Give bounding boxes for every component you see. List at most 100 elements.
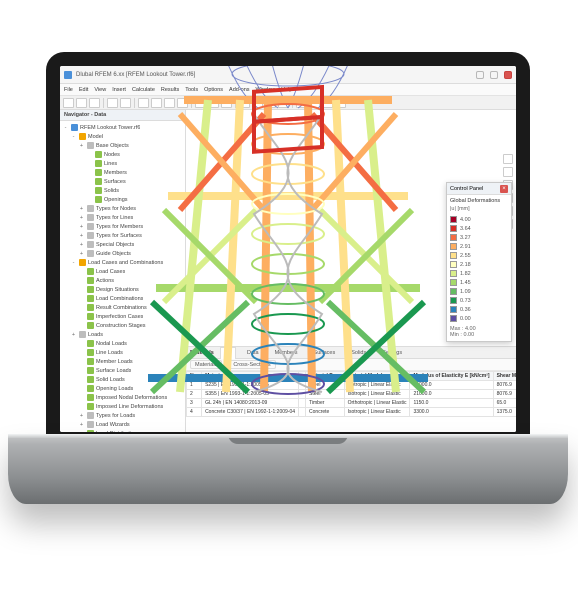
expand-icon[interactable]: +: [78, 242, 85, 248]
tree-item[interactable]: Line Loads: [62, 348, 182, 357]
expand-icon[interactable]: +: [78, 215, 85, 221]
tree-item[interactable]: +Types for Nodes: [62, 204, 182, 213]
3d-viewport[interactable]: Materials All Data Members Surfaces Solids Se…: [186, 110, 516, 432]
navigator-tree[interactable]: -RFEM Lookout Tower.rf6-Model+Base Objec…: [60, 121, 185, 432]
menu-view[interactable]: View: [94, 87, 106, 93]
tree-item[interactable]: +Loads: [62, 330, 182, 339]
expand-icon[interactable]: -: [70, 260, 77, 266]
expand-icon[interactable]: +: [78, 143, 85, 149]
tree-item[interactable]: +Types for Surfaces: [62, 231, 182, 240]
table-row[interactable]: 3GL 24h | EN 14080:2013-09TimberOrthotro…: [187, 399, 517, 408]
tree-item[interactable]: -RFEM Lookout Tower.rf6: [62, 123, 182, 132]
minimize-button[interactable]: [476, 71, 484, 79]
expand-icon[interactable]: -: [70, 134, 77, 140]
expand-icon[interactable]: +: [78, 413, 85, 419]
navigator-panel[interactable]: Navigator - Data -RFEM Lookout Tower.rf6…: [60, 110, 186, 432]
tree-item[interactable]: Load Distribution: [62, 429, 182, 432]
results-tab-members[interactable]: Members: [270, 347, 303, 359]
grid-header[interactable]: Material Type: [306, 372, 345, 381]
menu-edit[interactable]: Edit: [79, 87, 88, 93]
menu-help[interactable]: Help: [281, 87, 292, 93]
table-row[interactable]: 4Concrete C30/37 | EN 1992-1-1:2009-04Co…: [187, 408, 517, 417]
results-tab-all[interactable]: All: [220, 347, 236, 359]
expand-icon[interactable]: +: [70, 332, 77, 338]
tree-item[interactable]: Nodes: [62, 150, 182, 159]
tree-item[interactable]: Opening Loads: [62, 384, 182, 393]
tree-item[interactable]: Imperfection Cases: [62, 312, 182, 321]
toolbar-view-y-icon[interactable]: [265, 98, 276, 108]
toolbar-view-x-icon[interactable]: [252, 98, 263, 108]
toolbar-zoom-fit-icon[interactable]: [296, 98, 307, 108]
toolbar-redo-icon[interactable]: [120, 98, 131, 108]
tree-item[interactable]: Construction Stages: [62, 321, 182, 330]
menu-add-ons[interactable]: Add-ons: [229, 87, 250, 93]
close-button[interactable]: [504, 71, 512, 79]
legend-close-icon[interactable]: ×: [500, 185, 508, 193]
tree-item[interactable]: -Model: [62, 132, 182, 141]
tree-item[interactable]: Surfaces: [62, 177, 182, 186]
tree-item[interactable]: Imposed Line Deformations: [62, 402, 182, 411]
grid-header[interactable]: Shear Modulus G [kN/cm²]: [493, 372, 516, 381]
maximize-button[interactable]: [490, 71, 498, 79]
menu-insert[interactable]: Insert: [112, 87, 126, 93]
results-tab-surfaces[interactable]: Surfaces: [309, 347, 341, 359]
table-row[interactable]: 2S355 | EN 1993-1-1:2005-05SteelIsotropi…: [187, 390, 517, 399]
tree-item[interactable]: Load Combinations: [62, 294, 182, 303]
menu-calculate[interactable]: Calculate: [132, 87, 155, 93]
tree-item[interactable]: Imposed Nodal Deformations: [62, 393, 182, 402]
results-panel[interactable]: Materials All Data Members Surfaces Solids Se…: [186, 346, 516, 432]
grid-header[interactable]: Material Model: [344, 372, 410, 381]
main-toolbar[interactable]: [60, 96, 516, 110]
expand-icon[interactable]: +: [78, 233, 85, 239]
tree-item[interactable]: +Guide Objects: [62, 249, 182, 258]
tree-item[interactable]: +Types for Members: [62, 222, 182, 231]
toolbar-zoom-window-icon[interactable]: [309, 98, 320, 108]
toolbar-member-icon[interactable]: [164, 98, 175, 108]
expand-icon[interactable]: +: [78, 422, 85, 428]
tree-item[interactable]: +Types for Lines: [62, 213, 182, 222]
toolbar-undo-icon[interactable]: [107, 98, 118, 108]
tree-item[interactable]: Load Cases: [62, 267, 182, 276]
menu-tools[interactable]: Tools: [185, 87, 198, 93]
results-tab-data[interactable]: Data: [242, 347, 264, 359]
table-row[interactable]: 1S235 | EN 1993-1-1:2005-05SteelIsotropi…: [187, 381, 517, 390]
toolbar-view-iso-icon[interactable]: [239, 98, 250, 108]
toolbar-rotate-icon[interactable]: [335, 98, 346, 108]
results-grid[interactable]: No.Material Name Material TypeMaterial Mo…: [186, 371, 516, 432]
results-tab-settings[interactable]: Settings: [377, 347, 407, 359]
tree-item[interactable]: +Load Wizards: [62, 420, 182, 429]
toolbar-save-icon[interactable]: [89, 98, 100, 108]
view-iso-icon[interactable]: [503, 154, 513, 164]
tree-item[interactable]: Actions: [62, 276, 182, 285]
tree-item[interactable]: +Base Objects: [62, 141, 182, 150]
results-filter-1[interactable]: Materials: [190, 360, 222, 369]
results-tab-solids[interactable]: Solids: [346, 347, 371, 359]
legend-header[interactable]: Control Panel ×: [447, 183, 511, 195]
tree-item[interactable]: Lines: [62, 159, 182, 168]
tree-item[interactable]: +Special Objects: [62, 240, 182, 249]
tree-item[interactable]: Surface Loads: [62, 366, 182, 375]
results-filter-2[interactable]: Cross-Sections: [228, 360, 275, 369]
toolbar-surface-icon[interactable]: [177, 98, 188, 108]
results-toolbar[interactable]: Materials Cross-Sections: [186, 359, 516, 371]
menu-options[interactable]: Options: [204, 87, 223, 93]
toolbar-open-icon[interactable]: [76, 98, 87, 108]
toolbar-calc-icon[interactable]: [208, 98, 219, 108]
expand-icon[interactable]: -: [62, 125, 69, 131]
menu-results[interactable]: Results: [161, 87, 179, 93]
tree-item[interactable]: -Load Cases and Combinations: [62, 258, 182, 267]
results-tabs[interactable]: Materials AllDataMembersSurfacesSolidsSe…: [186, 347, 516, 359]
view-xz-icon[interactable]: [503, 167, 513, 177]
grid-header[interactable]: Material Name: [202, 372, 299, 381]
toolbar-new-icon[interactable]: [63, 98, 74, 108]
toolbar-line-icon[interactable]: [151, 98, 162, 108]
tree-item[interactable]: +Types for Loads: [62, 411, 182, 420]
tree-item[interactable]: Result Combinations: [62, 303, 182, 312]
tree-item[interactable]: Solids: [62, 186, 182, 195]
expand-icon[interactable]: +: [78, 206, 85, 212]
toolbar-results-icon[interactable]: [221, 98, 232, 108]
menu-window[interactable]: Window: [256, 87, 276, 93]
grid-header[interactable]: No.: [187, 372, 202, 381]
expand-icon[interactable]: +: [78, 251, 85, 257]
grid-header[interactable]: Modulus of Elasticity E [kN/cm²]: [410, 372, 493, 381]
